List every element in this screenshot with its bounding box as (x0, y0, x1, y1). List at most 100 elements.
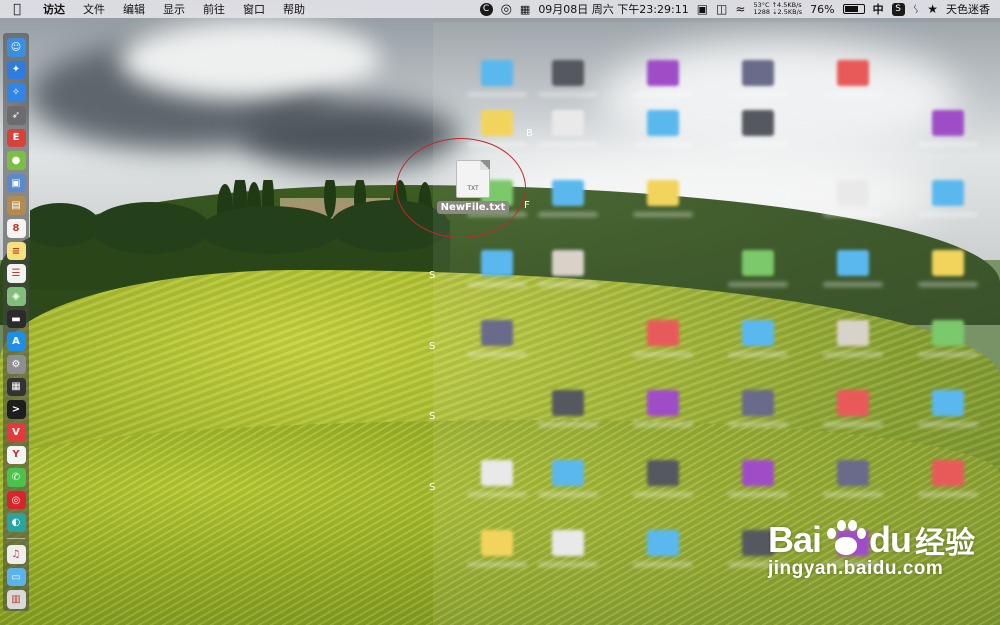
dock-downloads-folder-icon[interactable]: ▭ (6, 567, 26, 587)
blurred-desktop-icon[interactable] (647, 460, 679, 486)
blurred-desktop-icon[interactable] (552, 530, 584, 556)
dock-safari-icon[interactable]: ✧ (6, 83, 26, 102)
cloud (120, 20, 380, 100)
blurred-desktop-icon[interactable] (932, 390, 964, 416)
blurred-desktop-icon[interactable] (647, 530, 679, 556)
newfile-txt-icon[interactable]: TXT NewFile.txt (436, 160, 510, 214)
blurred-desktop-icon[interactable] (552, 460, 584, 486)
grid-icon[interactable]: ◫ (716, 2, 727, 16)
dock-maps-icon[interactable]: ◈ (6, 287, 26, 306)
menu-window[interactable]: 窗口 (234, 1, 274, 17)
star-icon[interactable]: ★ (927, 2, 938, 16)
blurred-desktop-icon[interactable] (837, 60, 869, 86)
blurred-desktop-icon[interactable] (932, 180, 964, 206)
dock-wechat-icon[interactable]: ✆ (6, 468, 26, 487)
blurred-desktop-icon[interactable] (552, 390, 584, 416)
clock-datetime[interactable]: 09月08日 周六 下午23:29:11 (538, 1, 688, 17)
blurred-desktop-label (823, 492, 883, 497)
dock-notes-book-icon[interactable]: ▤ (6, 196, 26, 216)
s-app-icon[interactable]: S (891, 2, 905, 16)
blurred-desktop-icon[interactable] (552, 110, 584, 136)
menu-help[interactable]: 帮助 (274, 1, 314, 17)
screen-capture-icon[interactable]: ▣ (697, 2, 708, 16)
menu-go[interactable]: 前往 (194, 1, 234, 17)
blurred-desktop-icon[interactable] (481, 530, 513, 556)
dock-android-emulator-icon[interactable]: ● (6, 151, 26, 170)
blurred-desktop-icon[interactable] (647, 180, 679, 206)
blurred-desktop-icon[interactable] (647, 320, 679, 346)
user-name[interactable]: 天色迷香 (946, 1, 990, 17)
blurred-desktop-icon[interactable] (837, 460, 869, 486)
menu-view[interactable]: 显示 (154, 1, 194, 17)
dock-calendar-icon[interactable]: 8 (6, 219, 26, 238)
dock-trash-icon[interactable]: ▥ (6, 590, 26, 609)
blurred-desktop-icon[interactable] (742, 110, 774, 136)
c-app-icon[interactable]: C (479, 2, 493, 16)
blurred-desktop-icon[interactable] (932, 460, 964, 486)
dock-app-store-icon[interactable]: A (6, 332, 26, 351)
blurred-desktop-icon[interactable] (481, 60, 513, 86)
blurred-desktop-icon[interactable] (481, 320, 513, 346)
calendar-icon[interactable]: ▦ (520, 3, 530, 16)
dock-teamviewer-icon[interactable]: ◐ (6, 513, 26, 533)
blurred-desktop-icon[interactable] (932, 110, 964, 136)
blurred-desktop-icon[interactable] (742, 250, 774, 276)
menu-file[interactable]: 文件 (74, 1, 114, 17)
menu-edit[interactable]: 编辑 (114, 1, 154, 17)
blurred-desktop-label (633, 212, 693, 217)
blurred-desktop-icon[interactable] (481, 460, 513, 486)
blurred-desktop-icon[interactable] (742, 390, 774, 416)
watermark-jingyan: 经验 (915, 526, 976, 561)
globe-icon[interactable]: ◎ (501, 2, 512, 17)
blurred-desktop-icon[interactable] (552, 250, 584, 276)
dock-system-preferences-icon[interactable]: ⚙ (6, 354, 26, 374)
dock-activity-monitor-icon[interactable]: ▬ (6, 309, 26, 329)
dock-reminders-icon[interactable]: ☰ (6, 264, 26, 284)
dock-notes-icon[interactable]: ≡ (6, 241, 26, 261)
dock-vivaldi-icon[interactable]: V (6, 422, 26, 442)
blurred-desktop-icon[interactable] (742, 460, 774, 486)
blurred-desktop-label (823, 212, 883, 217)
dock-yandex-icon[interactable]: Y (6, 445, 26, 465)
dock-preview-icon[interactable]: ▣ (6, 173, 26, 193)
edge-label: F (524, 200, 530, 211)
blurred-desktop-label (728, 492, 788, 497)
blurred-desktop-icon[interactable] (552, 180, 584, 206)
blurred-desktop-label (467, 492, 527, 497)
dock-flashcards-icon[interactable]: E (6, 128, 26, 148)
blurred-desktop-label (823, 282, 883, 287)
blurred-desktop-icon[interactable] (481, 110, 513, 136)
blurred-desktop-label (538, 212, 598, 217)
blurred-desktop-icon[interactable] (647, 390, 679, 416)
blurred-desktop-icon[interactable] (742, 60, 774, 86)
system-monitor[interactable]: 53°C ↑4.5KB/s 1288 ⇣2.5KB/s (753, 2, 802, 16)
blurred-desktop-icon[interactable] (647, 110, 679, 136)
dock-app-store-blue-icon[interactable]: ✦ (6, 60, 26, 80)
dock-netease-music-icon[interactable]: ◎ (6, 490, 26, 510)
blurred-desktop-icon[interactable] (932, 320, 964, 346)
edge-label: S (429, 341, 436, 352)
dock-launchpad-icon[interactable]: ➶ (6, 105, 26, 125)
blurred-desktop-icon[interactable] (552, 60, 584, 86)
blurred-desktop-icon[interactable] (837, 250, 869, 276)
battery-percent[interactable]: 76% (810, 3, 834, 16)
blurred-desktop-icon[interactable] (837, 180, 869, 206)
wifi-icon[interactable]: ≈ (735, 2, 745, 16)
dock-console-icon[interactable]: ▦ (6, 377, 26, 397)
input-method-indicator[interactable]: 中 (873, 1, 884, 17)
dock-finder-icon[interactable]: ☺ (6, 38, 26, 57)
menu-finder[interactable]: 访达 (34, 1, 74, 17)
blurred-desktop-icon[interactable] (481, 250, 513, 276)
blurred-desktop-icon[interactable] (837, 390, 869, 416)
blurred-desktop-icon[interactable] (837, 320, 869, 346)
battery-icon[interactable] (842, 4, 865, 14)
apple-logo-icon[interactable]:  (0, 2, 34, 17)
edge-label: S (429, 482, 436, 493)
bluetooth-icon[interactable]: ᛊ (913, 3, 920, 16)
blurred-desktop-icon[interactable] (647, 60, 679, 86)
dock-separator (7, 538, 25, 540)
dock-terminal-icon[interactable]: > (6, 400, 26, 419)
blurred-desktop-icon[interactable] (932, 250, 964, 276)
blurred-desktop-icon[interactable] (742, 320, 774, 346)
dock-itunes-file-icon[interactable]: ♫ (6, 545, 26, 564)
